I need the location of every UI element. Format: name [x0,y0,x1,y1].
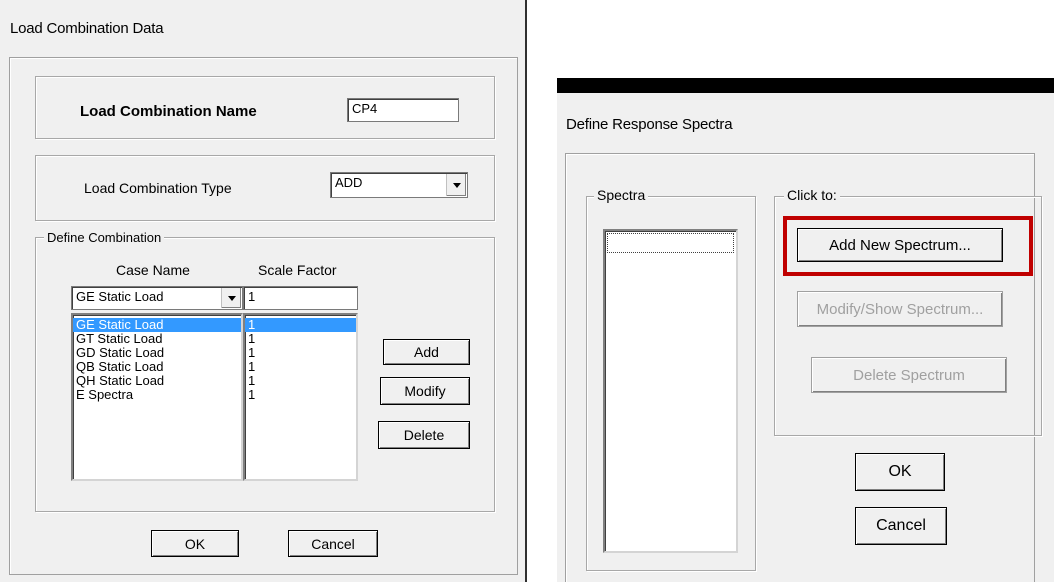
type-select-arrow[interactable] [446,174,466,196]
type-select[interactable]: ADD [330,172,468,198]
list-item[interactable]: E Spectra [73,388,241,402]
list-item[interactable]: 1 [245,346,356,360]
click-to-legend: Click to: [784,187,840,203]
cancel-button[interactable]: Cancel [288,530,378,557]
chevron-down-icon [227,295,236,301]
case-list[interactable]: GE Static Load GT Static Load GD Static … [71,313,243,481]
delete-spectrum-button[interactable]: Delete Spectrum [811,357,1007,393]
list-item[interactable]: GE Static Load [73,318,241,332]
spectra-list[interactable] [603,229,738,553]
scale-input[interactable]: 1 [243,286,358,310]
modify-button[interactable]: Modify [380,377,470,405]
list-item[interactable]: GD Static Load [73,346,241,360]
delete-button[interactable]: Delete [378,421,470,449]
list-item[interactable]: 1 [245,360,356,374]
case-select-value: GE Static Load [76,289,164,304]
name-input[interactable]: CP4 [347,98,459,122]
spectra-legend: Spectra [594,187,649,203]
modify-show-spectrum-button[interactable]: Modify/Show Spectrum... [797,291,1003,327]
list-item[interactable]: QB Static Load [73,360,241,374]
type-select-value: ADD [335,175,363,190]
list-item[interactable]: 1 [245,332,356,346]
define-combination-legend: Define Combination [44,230,165,245]
col-scale-header: Scale Factor [258,262,337,278]
cancel-button[interactable]: Cancel [855,507,947,545]
chevron-down-icon [452,182,461,188]
window-top-border [557,78,1054,93]
add-button[interactable]: Add [383,339,470,365]
list-item[interactable]: 1 [245,388,356,402]
load-combination-dialog: Load Combination Data Load Combination N… [0,0,527,582]
list-item[interactable]: GT Static Load [73,332,241,346]
list-item[interactable]: 1 [245,318,356,332]
dialog-title: Load Combination Data [10,20,164,37]
focus-rect [607,233,734,253]
case-select[interactable]: GE Static Load [71,286,243,310]
response-spectra-dialog: Define Response Spectra Spectra Click to… [557,93,1054,582]
list-item[interactable]: QH Static Load [73,374,241,388]
ok-button[interactable]: OK [151,530,239,557]
scale-list[interactable]: 1 1 1 1 1 1 [243,313,358,481]
col-case-header: Case Name [116,262,190,278]
name-label: Load Combination Name [80,103,257,120]
add-new-spectrum-button[interactable]: Add New Spectrum... [797,228,1003,262]
case-select-arrow[interactable] [221,288,241,308]
type-label: Load Combination Type [84,180,232,196]
dialog-title: Define Response Spectra [566,116,733,133]
ok-button[interactable]: OK [855,453,945,491]
list-item[interactable]: 1 [245,374,356,388]
